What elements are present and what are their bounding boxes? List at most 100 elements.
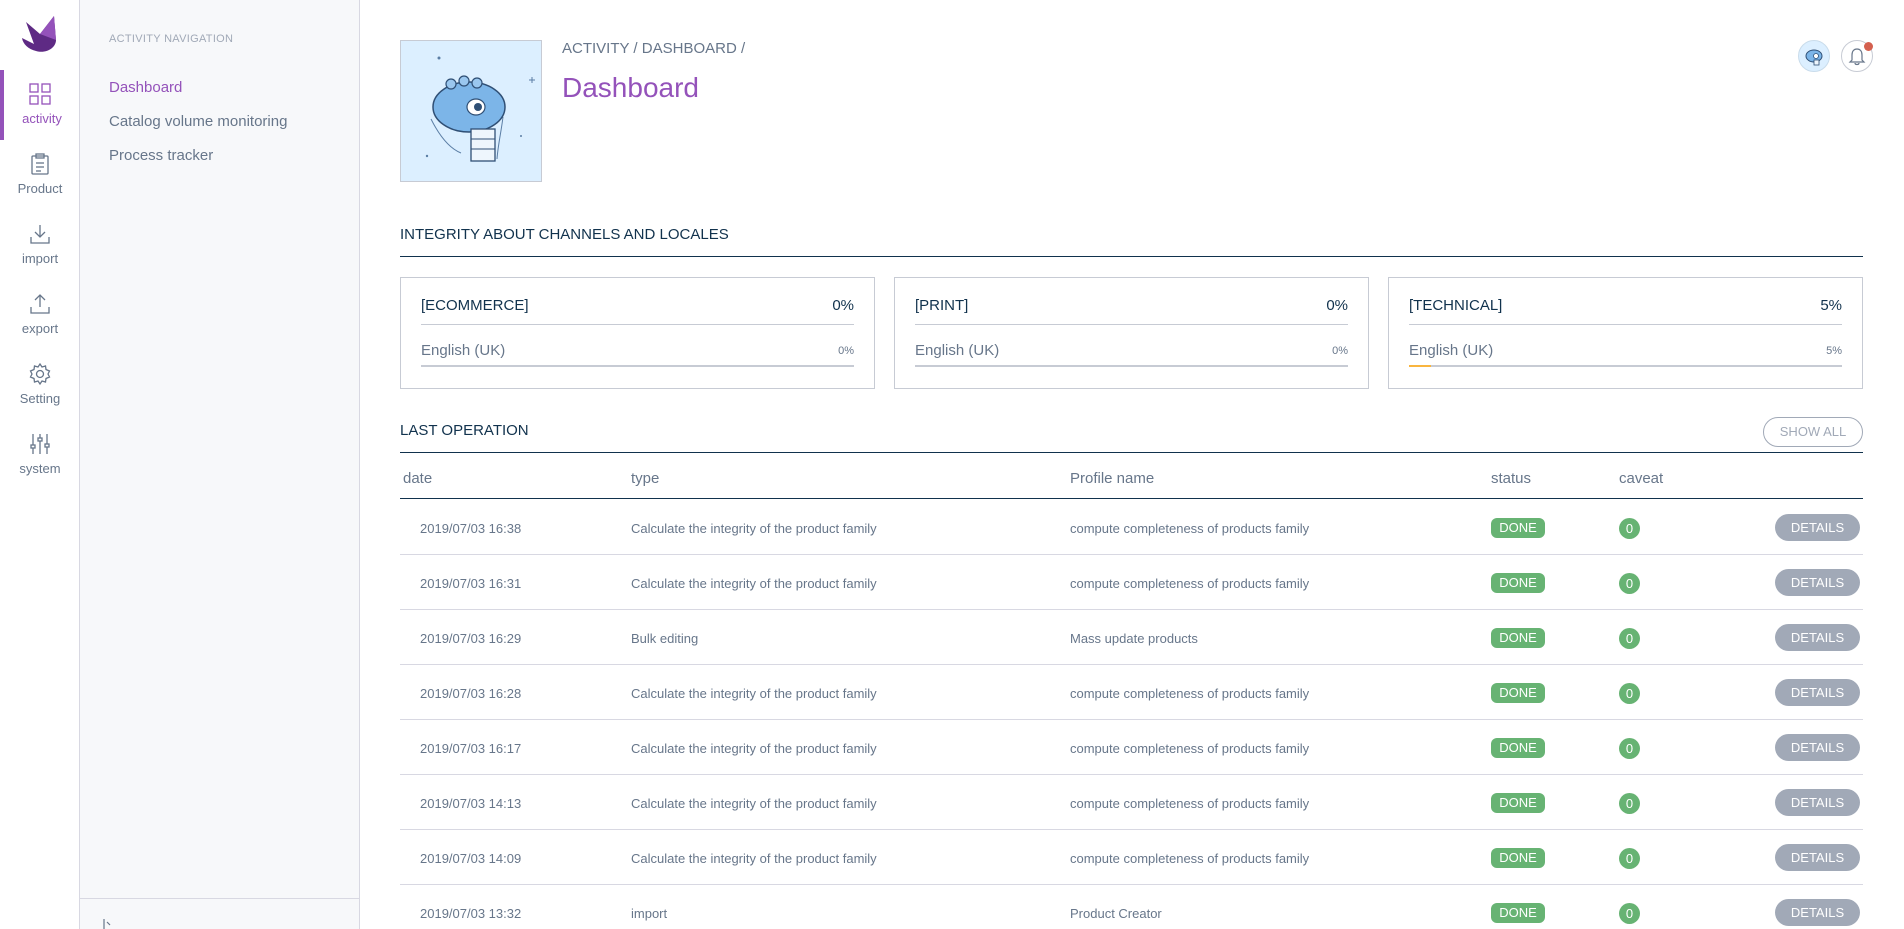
row-profile-name: Product Creator	[1070, 906, 1162, 921]
caveat-count-badge: 0	[1619, 628, 1640, 649]
row-profile-name: compute completeness of products family	[1070, 521, 1310, 536]
locale-progress-bar	[1409, 365, 1842, 367]
export-icon	[30, 294, 50, 314]
caveat-count-badge: 0	[1619, 573, 1640, 594]
row-date: 2019/07/03 16:29	[420, 631, 522, 646]
sub-nav-item-process-tracker[interactable]: Process tracker	[109, 147, 213, 164]
menu-item-product[interactable]: Product	[0, 140, 80, 210]
row-date: 2019/07/03 16:38	[420, 521, 522, 536]
locale-progress-fill	[1409, 365, 1431, 367]
channel-card-technical: [TECHNICAL] 5% English (UK) 5%	[1388, 277, 1863, 389]
card-divider	[915, 324, 1348, 325]
row-profile-name: Mass update products	[1070, 631, 1198, 646]
breadcrumb-separator: /	[633, 40, 638, 57]
row-profile-name: compute completeness of products family	[1070, 686, 1310, 701]
status-badge: DONE	[1491, 793, 1545, 813]
sub-nav-item-dashboard[interactable]: Dashboard	[109, 79, 182, 96]
table-header-divider	[400, 498, 1863, 499]
details-button[interactable]: DETAILS	[1775, 844, 1860, 871]
caveat-count-badge: 0	[1619, 848, 1640, 869]
sub-nav-item-catalog-volume-monitoring[interactable]: Catalog volume monitoring	[109, 113, 287, 130]
menu-item-label: system	[19, 461, 61, 476]
menu-item-label: import	[21, 251, 59, 266]
menu-item-activity[interactable]: activity	[0, 70, 80, 140]
caveat-count-badge: 0	[1619, 738, 1640, 759]
details-button[interactable]: DETAILS	[1775, 624, 1860, 651]
menu-item-label: Product	[17, 181, 63, 196]
column-header-profile-name[interactable]: Profile name	[1070, 470, 1154, 487]
table-row: 2019/07/03 16:31 Calculate the integrity …	[400, 555, 1863, 610]
locale-percent: 0%	[1332, 345, 1348, 357]
caveat-count-badge: 0	[1619, 793, 1640, 814]
table-row: 2019/07/03 16:29 Bulk editing Mass update …	[400, 610, 1863, 665]
row-type: Calculate the integrity of the product f…	[631, 521, 877, 536]
row-date: 2019/07/03 16:17	[420, 741, 522, 756]
channel-card-print: [PRINT] 0% English (UK) 0%	[894, 277, 1369, 389]
table-row: 2019/07/03 13:32 import Product Creator DON…	[400, 885, 1863, 929]
import-icon	[30, 225, 50, 244]
menu-item-setting[interactable]: Setting	[0, 350, 80, 420]
details-button[interactable]: DETAILS	[1775, 514, 1860, 541]
menu-item-import[interactable]: import	[0, 210, 80, 280]
dashboard-grid-icon	[29, 83, 51, 105]
user-avatar-icon	[1805, 49, 1823, 66]
details-button[interactable]: DETAILS	[1775, 569, 1860, 596]
channel-percent: 0%	[1326, 297, 1348, 314]
dashboard-illustration	[400, 40, 542, 182]
status-badge: DONE	[1491, 903, 1545, 923]
row-type: Calculate the integrity of the product f…	[631, 851, 877, 866]
menu-item-label: Setting	[19, 391, 61, 406]
column-header-date[interactable]: date	[403, 470, 432, 487]
row-date: 2019/07/03 16:28	[420, 686, 522, 701]
breadcrumb-item-dashboard[interactable]: DASHBOARD	[642, 40, 737, 57]
details-button[interactable]: DETAILS	[1775, 734, 1860, 761]
breadcrumb-separator: /	[740, 40, 746, 57]
caveat-count-badge: 0	[1619, 683, 1640, 704]
channel-name: [PRINT]	[915, 297, 969, 314]
sub-nav-footer	[80, 898, 359, 929]
details-button[interactable]: DETAILS	[1775, 679, 1860, 706]
row-date: 2019/07/03 14:09	[420, 851, 522, 866]
row-date: 2019/07/03 16:31	[420, 576, 522, 591]
row-type: import	[631, 906, 668, 921]
locale-name: English (UK)	[421, 342, 506, 359]
breadcrumb-item-activity[interactable]: ACTIVITY	[562, 40, 629, 57]
integrity-section-title: INTEGRITY ABOUT CHANNELS AND LOCALES	[400, 226, 729, 243]
main-menu: activity Product import export Setting s…	[0, 0, 80, 929]
row-type: Bulk editing	[631, 631, 699, 646]
sub-nav-title: ACTIVITY NAVIGATION	[109, 33, 234, 45]
card-divider	[1409, 324, 1842, 325]
breadcrumb: ACTIVITY / DASHBOARD /	[562, 40, 745, 57]
details-button[interactable]: DETAILS	[1775, 899, 1860, 926]
row-type: Calculate the integrity of the product f…	[631, 576, 877, 591]
table-row: 2019/07/03 14:13 Calculate the integrity …	[400, 775, 1863, 830]
status-badge: DONE	[1491, 848, 1545, 868]
table-row: 2019/07/03 14:09 Calculate the integrity …	[400, 830, 1863, 885]
column-header-status[interactable]: status	[1491, 470, 1531, 487]
column-header-caveat[interactable]: caveat	[1619, 470, 1663, 487]
menu-item-export[interactable]: export	[0, 280, 80, 350]
row-type: Calculate the integrity of the product f…	[631, 686, 877, 701]
row-type: Calculate the integrity of the product f…	[631, 741, 877, 756]
channel-percent: 5%	[1820, 297, 1842, 314]
app-logo-icon[interactable]	[20, 14, 58, 54]
row-type: Calculate the integrity of the product f…	[631, 796, 877, 811]
show-all-button[interactable]: SHOW ALL	[1763, 417, 1863, 447]
menu-item-system[interactable]: system	[0, 420, 80, 490]
locale-percent: 0%	[838, 345, 854, 357]
collapse-panel-icon[interactable]	[102, 919, 112, 929]
caveat-count-badge: 0	[1619, 903, 1640, 924]
channel-name: [TECHNICAL]	[1409, 297, 1503, 314]
column-header-type[interactable]: type	[631, 470, 659, 487]
details-button[interactable]: DETAILS	[1775, 789, 1860, 816]
section-divider	[400, 452, 1863, 453]
clipboard-icon	[31, 153, 49, 175]
notification-badge	[1864, 42, 1873, 51]
user-avatar[interactable]	[1798, 40, 1830, 72]
sliders-icon	[30, 434, 50, 454]
row-profile-name: compute completeness of products family	[1070, 796, 1310, 811]
table-row: 2019/07/03 16:17 Calculate the integrity …	[400, 720, 1863, 775]
row-profile-name: compute completeness of products family	[1070, 741, 1310, 756]
row-profile-name: compute completeness of products family	[1070, 851, 1310, 866]
sub-navigation: ACTIVITY NAVIGATION Dashboard Catalog vo…	[80, 0, 360, 929]
